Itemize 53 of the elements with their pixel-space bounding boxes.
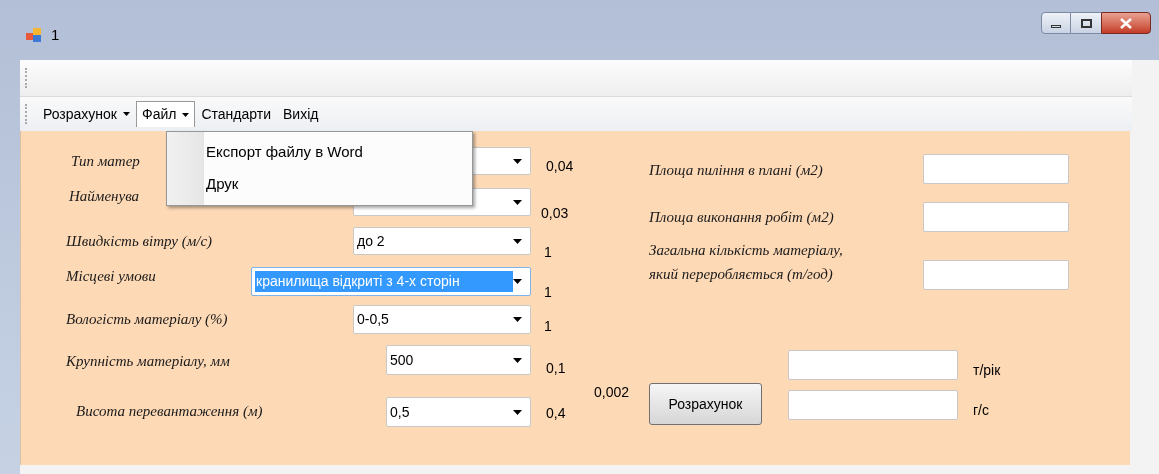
menu-item[interactable]: Файл bbox=[136, 101, 196, 127]
dropdown[interactable]: 0,5 bbox=[386, 397, 531, 427]
unit-label: т/рік bbox=[973, 361, 1001, 380]
app-icon bbox=[25, 26, 43, 44]
minimize-button[interactable] bbox=[1041, 12, 1071, 34]
caret-icon bbox=[513, 409, 522, 415]
caret-icon bbox=[182, 112, 190, 117]
coefficient-value: 0,4 bbox=[546, 404, 566, 423]
field-label: Тип матер bbox=[71, 152, 140, 171]
field-label: Вологість матеріалу (%) bbox=[66, 310, 228, 329]
menu-item[interactable]: Друк bbox=[204, 173, 363, 205]
field-label: Найменува bbox=[69, 187, 140, 206]
menu-item[interactable]: Вихід bbox=[277, 101, 325, 127]
input-field[interactable] bbox=[923, 154, 1069, 184]
menu-item[interactable]: Експорт файлу в Word bbox=[204, 141, 363, 173]
coefficient-value: 1 bbox=[544, 283, 552, 302]
field-label: Висота перевантаження (м) bbox=[76, 402, 263, 421]
output-field[interactable] bbox=[788, 390, 958, 420]
unit-label: г/с bbox=[973, 401, 989, 420]
caret-icon bbox=[513, 317, 522, 322]
window-title: 1 bbox=[51, 24, 60, 45]
coefficient-value: 0,1 bbox=[546, 359, 566, 378]
maximize-button[interactable] bbox=[1071, 12, 1101, 34]
coefficient-value: 0,03 bbox=[541, 204, 569, 223]
caret-icon bbox=[513, 357, 522, 363]
maximize-icon bbox=[1080, 18, 1092, 28]
dropdown[interactable]: до 2 bbox=[353, 227, 531, 255]
coefficient-value: 1 bbox=[544, 317, 552, 336]
field-label: Крупність матеріалу, мм bbox=[66, 352, 230, 371]
field-label: Швидкість вітру (м/с) bbox=[66, 232, 213, 251]
minimize-icon bbox=[1051, 24, 1061, 28]
caret-icon bbox=[123, 112, 130, 116]
field-label: Загальна кількість матеріалу, який переробляється (т/год) bbox=[649, 241, 843, 284]
field-label: Місцеві умови bbox=[66, 267, 156, 286]
caret-icon bbox=[513, 199, 522, 205]
calculate-button[interactable]: Розрахунок bbox=[649, 383, 762, 425]
caret-icon bbox=[513, 158, 522, 164]
field-label: Площа виконання робіт (м2) bbox=[649, 208, 834, 227]
dropdown[interactable]: 0-0,5 bbox=[353, 305, 531, 334]
caret-icon bbox=[513, 279, 522, 284]
dropdown[interactable]: 500 bbox=[386, 345, 531, 375]
close-button[interactable] bbox=[1101, 12, 1151, 34]
menu-item[interactable]: Стандарти bbox=[195, 101, 277, 127]
coefficient-value: 0,002 bbox=[594, 383, 630, 402]
output-field[interactable] bbox=[788, 350, 958, 380]
coefficient-value: 0,04 bbox=[546, 157, 574, 176]
coefficient-value: 1 bbox=[544, 243, 552, 262]
input-field[interactable] bbox=[923, 202, 1069, 232]
input-field[interactable] bbox=[923, 260, 1069, 290]
caret-icon bbox=[513, 238, 522, 244]
menu-item[interactable]: Розрахунок bbox=[37, 101, 136, 127]
close-icon bbox=[1120, 17, 1132, 29]
field-label: Площа пиління в плані (м2) bbox=[649, 161, 823, 180]
